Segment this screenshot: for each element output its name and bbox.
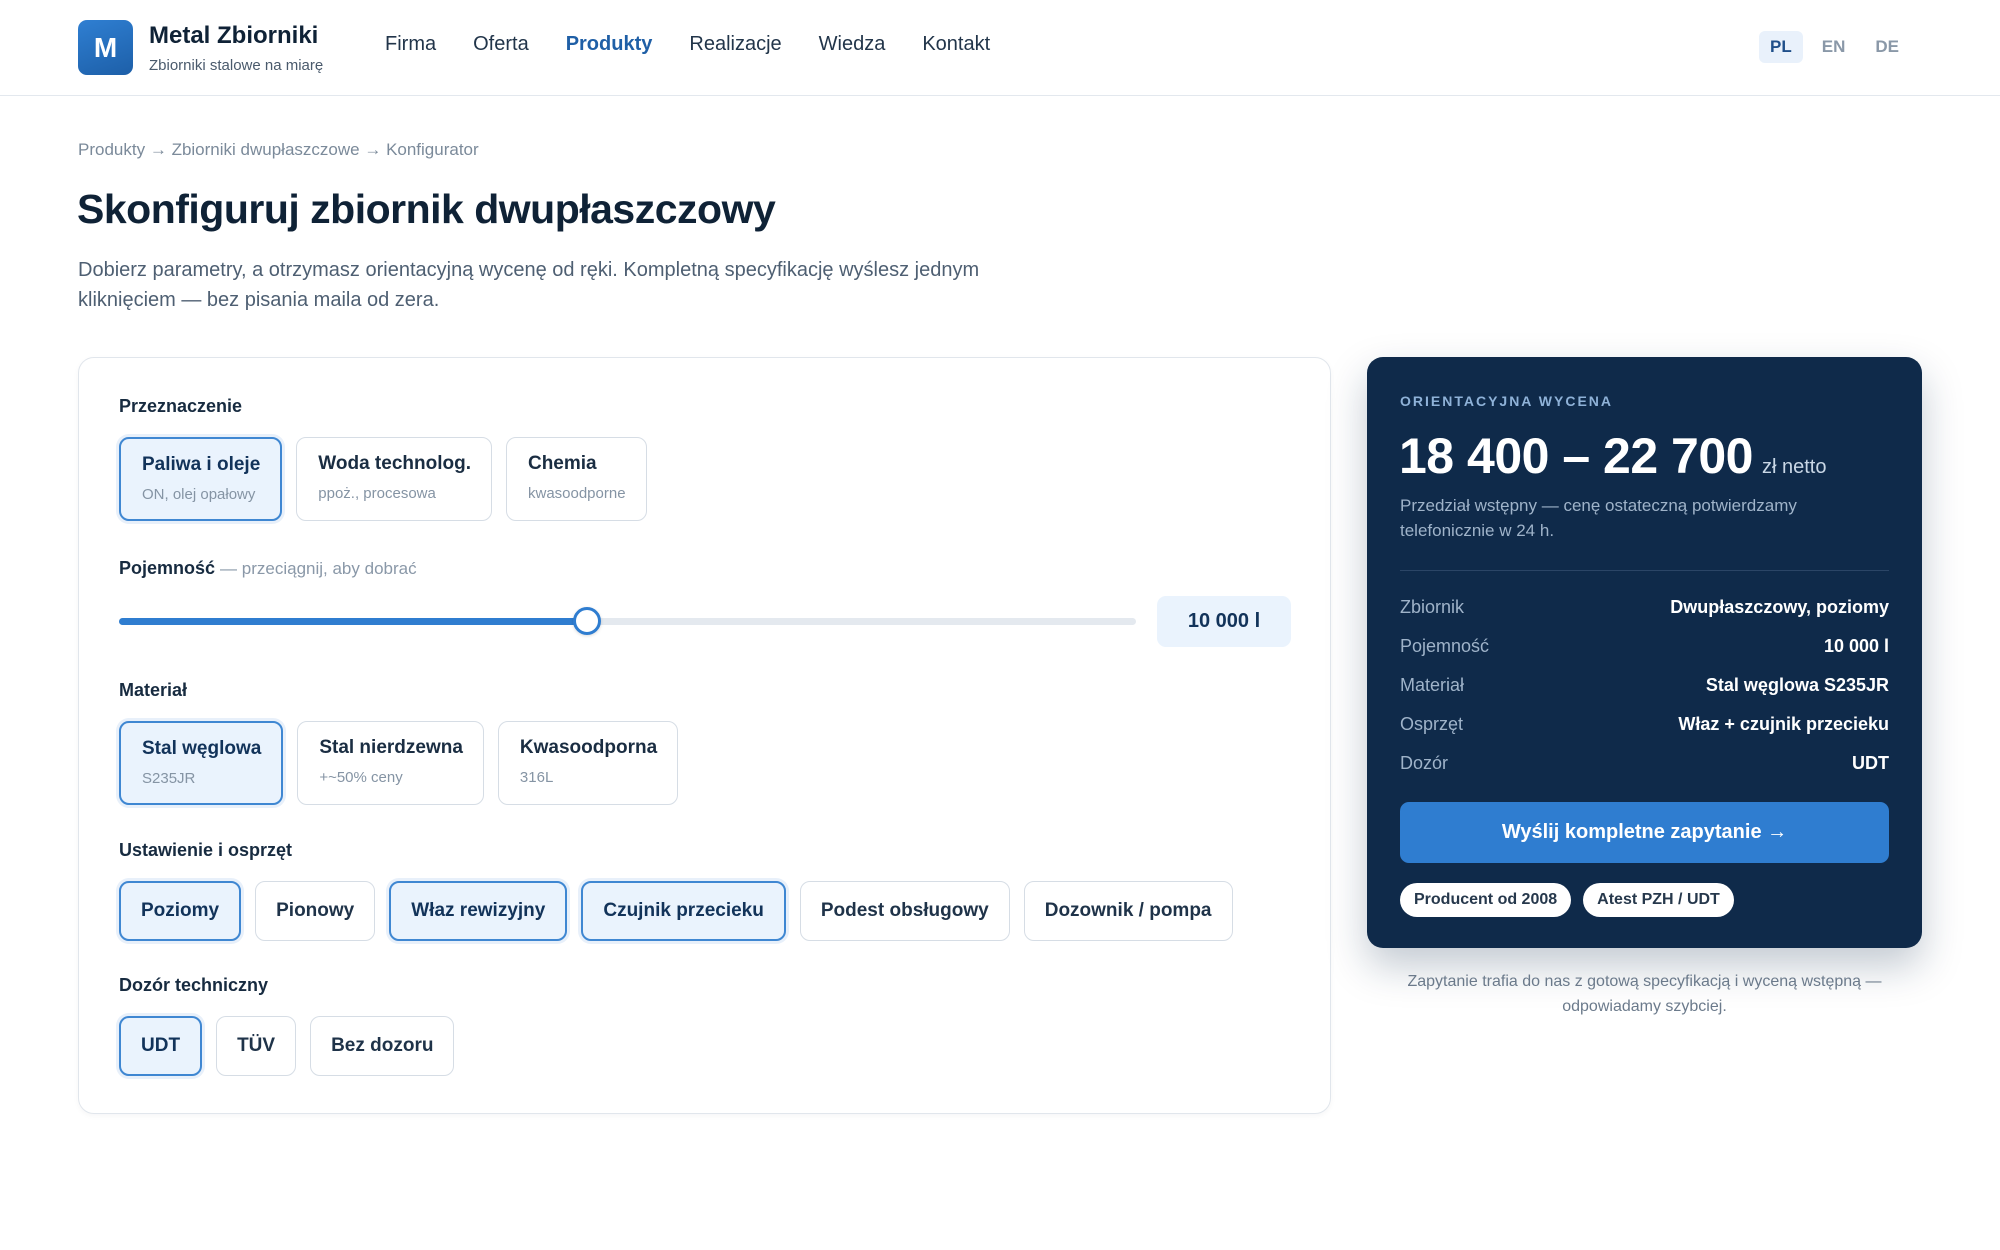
option-title: Chemia xyxy=(527,453,597,474)
purpose-label: Przeznaczenie xyxy=(119,396,243,416)
breadcrumb-item-produkty[interactable]: Produkty xyxy=(78,140,145,159)
material-option-acid-resistant[interactable]: Kwasoodporna 316L xyxy=(497,721,679,805)
main-nav: Firma Oferta Produkty Realizacje Wiedza … xyxy=(385,33,1027,56)
quote-row-equipment: Osprzęt Właz + czujnik przecieku xyxy=(1400,714,1889,735)
material-label: Materiał xyxy=(119,680,188,700)
inspection-option-tuv[interactable]: TÜV xyxy=(216,1016,297,1076)
quote-row-value: Dwupłaszczowy, poziomy xyxy=(1670,597,1889,617)
capacity-hint: — przeciągnij, aby dobrać xyxy=(220,559,417,578)
quote-price: 18 400 – 22 700 zł netto xyxy=(1399,427,1826,485)
capacity-slider-handle[interactable] xyxy=(572,607,601,635)
setup-option-dispenser[interactable]: Dozownik / pompa xyxy=(1023,881,1233,941)
quote-row-tank: Zbiornik Dwupłaszczowy, poziomy xyxy=(1400,597,1889,618)
option-subtitle: ON, olej opałowy xyxy=(142,486,256,503)
nav-item-realizacje[interactable]: Realizacje xyxy=(689,33,781,56)
quote-footnote: Zapytanie trafia do nas z gotową specyfi… xyxy=(1407,973,1882,1015)
quote-eyebrow: ORIENTACYJNA WYCENA xyxy=(1400,393,1614,409)
nav-item-wiedza[interactable]: Wiedza xyxy=(819,33,886,56)
option-subtitle: S235JR xyxy=(142,770,196,787)
nav-item-oferta[interactable]: Oferta xyxy=(473,33,529,56)
setup-option-platform[interactable]: Podest obsługowy xyxy=(799,881,1010,941)
option-title: Stal węglowa xyxy=(142,738,262,759)
option-title: Stal nierdzewna xyxy=(319,737,463,758)
option-subtitle: +~50% ceny xyxy=(319,769,403,786)
quote-row-key: Materiał xyxy=(1400,675,1465,695)
quote-row-material: Materiał Stal węglowa S235JR xyxy=(1400,675,1889,696)
page-title: Skonfiguruj zbiornik dwupłaszczowy xyxy=(77,186,776,232)
setup-option-leak-sensor[interactable]: Czujnik przecieku xyxy=(581,881,786,941)
capacity-slider[interactable] xyxy=(119,607,1136,635)
breadcrumb-item-zbiorniki[interactable]: Zbiorniki dwupłaszczowe xyxy=(172,140,360,159)
quote-row-value: 10 000 l xyxy=(1823,636,1889,656)
lang-en[interactable]: EN xyxy=(1811,31,1857,63)
capacity-slider-fill xyxy=(119,618,587,625)
quote-row-key: Osprzęt xyxy=(1400,714,1464,734)
quote-row-key: Zbiornik xyxy=(1400,597,1465,617)
material-option-carbon-steel[interactable]: Stal węglowa S235JR xyxy=(119,721,284,805)
inspection-label: Dozór techniczny xyxy=(119,975,269,995)
purpose-options: Paliwa i oleje ON, olej opałowy Woda tec… xyxy=(119,437,647,521)
material-options: Stal węglowa S235JR Stal nierdzewna +~50… xyxy=(119,721,679,805)
breadcrumb-separator: → xyxy=(364,140,382,159)
quote-badges: Producent od 2008 Atest PZH / UDT xyxy=(1400,883,1734,917)
brand-name[interactable]: Metal Zbiorniki xyxy=(149,22,318,50)
badge-certificate: Atest PZH / UDT xyxy=(1583,883,1734,917)
inspection-option-udt[interactable]: UDT xyxy=(119,1016,203,1076)
setup-label: Ustawienie i osprzęt xyxy=(119,840,293,860)
capacity-label-text: Pojemność xyxy=(119,558,216,578)
quote-row-key: Pojemność xyxy=(1400,636,1490,656)
quote-price-unit: zł netto xyxy=(1761,456,1827,478)
option-title: Kwasoodporna xyxy=(519,737,658,758)
nav-item-produkty[interactable]: Produkty xyxy=(566,33,653,56)
configurator-card: Przeznaczenie Paliwa i oleje ON, olej op… xyxy=(78,357,1331,1114)
send-inquiry-button[interactable]: Wyślij kompletne zapytanie → xyxy=(1400,802,1889,863)
setup-option-manhole[interactable]: Właz rewizyjny xyxy=(389,881,568,941)
nav-item-kontakt[interactable]: Kontakt xyxy=(922,33,990,56)
divider xyxy=(1400,570,1889,571)
brand-tagline: Zbiorniki stalowe na miarę xyxy=(149,57,324,74)
setup-option-vertical[interactable]: Pionowy xyxy=(255,881,376,941)
page-lead: Dobierz parametry, a otrzymasz orientacy… xyxy=(78,259,980,311)
purpose-option-chemistry[interactable]: Chemia kwasoodporne xyxy=(505,437,647,521)
purpose-option-water[interactable]: Woda technolog. ppoż., procesowa xyxy=(296,437,492,521)
language-switcher: PL EN DE xyxy=(1759,31,1910,63)
lang-de[interactable]: DE xyxy=(1864,31,1910,63)
capacity-value[interactable]: 10 000 l xyxy=(1157,596,1291,647)
quote-note: Przedział wstępny — cenę ostateczną potw… xyxy=(1400,496,1797,540)
lang-pl[interactable]: PL xyxy=(1759,31,1803,63)
breadcrumb-separator: → xyxy=(149,140,167,159)
quote-panel: ORIENTACYJNA WYCENA 18 400 – 22 700 zł n… xyxy=(1367,357,1922,948)
option-subtitle: kwasoodporne xyxy=(527,485,626,502)
quote-price-amount: 18 400 – 22 700 xyxy=(1399,428,1753,484)
quote-row-inspection: Dozór UDT xyxy=(1400,753,1889,774)
setup-option-horizontal[interactable]: Poziomy xyxy=(119,881,242,941)
option-title: Woda technolog. xyxy=(318,453,471,474)
capacity-label: Pojemność — przeciągnij, aby dobrać xyxy=(119,558,417,579)
quote-row-value: Stal węglowa S235JR xyxy=(1705,675,1889,695)
material-option-stainless[interactable]: Stal nierdzewna +~50% ceny xyxy=(297,721,484,805)
logo-icon[interactable]: M xyxy=(78,20,133,75)
option-subtitle: 316L xyxy=(519,769,554,786)
quote-row-capacity: Pojemność 10 000 l xyxy=(1400,636,1889,657)
nav-item-firma[interactable]: Firma xyxy=(385,33,436,56)
option-subtitle: ppoż., procesowa xyxy=(318,485,436,502)
inspection-options: UDT TÜV Bez dozoru xyxy=(119,1016,455,1076)
setup-options: Poziomy Pionowy Właz rewizyjny Czujnik p… xyxy=(119,881,1233,941)
purpose-option-fuel[interactable]: Paliwa i oleje ON, olej opałowy xyxy=(119,437,283,521)
quote-row-value: Właz + czujnik przecieku xyxy=(1678,714,1889,734)
badge-producer-since: Producent od 2008 xyxy=(1400,883,1572,917)
inspection-option-none[interactable]: Bez dozoru xyxy=(310,1016,455,1076)
site-header: M Metal Zbiorniki Zbiorniki stalowe na m… xyxy=(0,0,2000,96)
quote-row-key: Dozór xyxy=(1400,753,1449,773)
option-title: Paliwa i oleje xyxy=(142,454,261,475)
quote-row-value: UDT xyxy=(1852,753,1889,773)
breadcrumb-item-konfigurator: Konfigurator xyxy=(386,140,479,159)
breadcrumb: Produkty → Zbiorniki dwupłaszczowe → Kon… xyxy=(78,140,479,160)
